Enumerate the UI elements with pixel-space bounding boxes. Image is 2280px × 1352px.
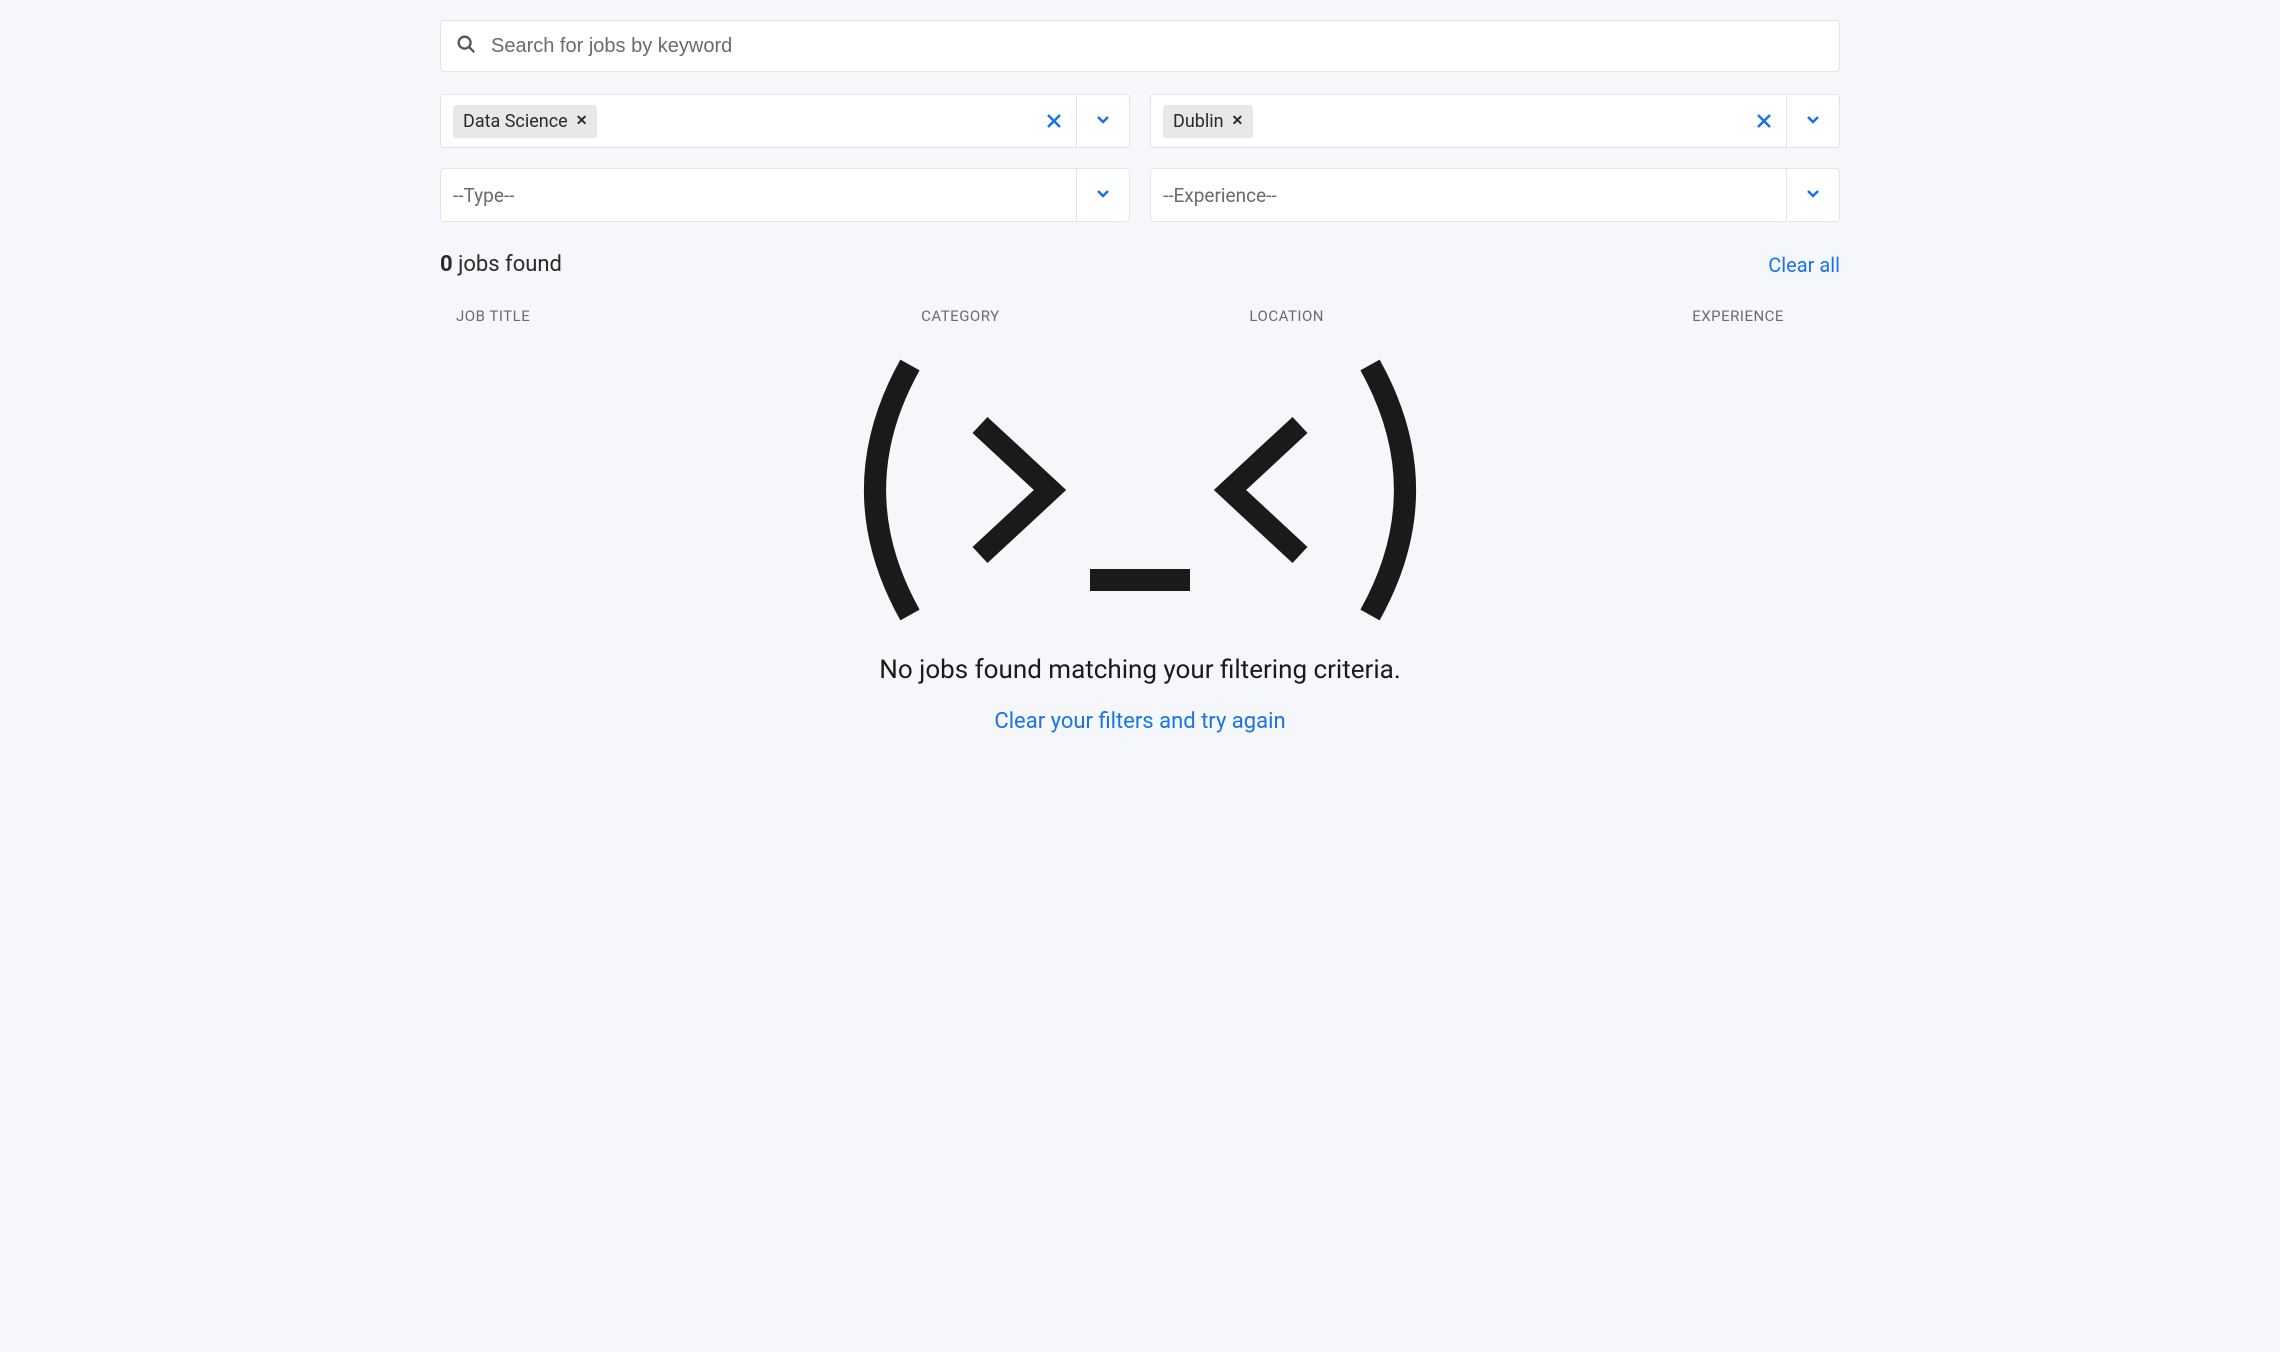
search-bar[interactable]	[440, 20, 1840, 72]
category-filter[interactable]: Data Science ✕	[440, 94, 1130, 148]
sad-face-icon	[830, 345, 1450, 635]
type-placeholder: --Type--	[453, 184, 514, 207]
chevron-down-icon	[1095, 111, 1111, 131]
results-count: 0 jobs found	[440, 252, 562, 277]
experience-filter[interactable]: --Experience--	[1150, 168, 1840, 222]
chevron-down-icon	[1805, 185, 1821, 205]
category-tag-label: Data Science	[463, 111, 568, 132]
location-dropdown-button[interactable]	[1786, 95, 1839, 147]
chevron-down-icon	[1095, 185, 1111, 205]
clear-all-link[interactable]: Clear all	[1768, 253, 1840, 277]
table-header: JOB TITLE CATEGORY LOCATION EXPERIENCE	[440, 307, 1840, 325]
column-category: CATEGORY	[921, 307, 1249, 325]
type-dropdown-button[interactable]	[1076, 169, 1129, 221]
empty-message: No jobs found matching your filtering cr…	[440, 655, 1840, 685]
results-count-number: 0	[440, 252, 453, 277]
empty-state: No jobs found matching your filtering cr…	[440, 335, 1840, 774]
experience-placeholder: --Experience--	[1163, 184, 1277, 207]
search-input[interactable]	[491, 35, 1825, 58]
location-filter[interactable]: Dublin ✕	[1150, 94, 1840, 148]
search-icon	[455, 33, 491, 59]
location-tag-label: Dublin	[1173, 111, 1224, 132]
chevron-down-icon	[1805, 111, 1821, 131]
location-clear-button[interactable]	[1742, 95, 1786, 147]
close-icon[interactable]: ✕	[576, 113, 588, 129]
results-count-label: jobs found	[453, 252, 562, 277]
category-tag[interactable]: Data Science ✕	[453, 105, 597, 138]
close-icon[interactable]: ✕	[1232, 113, 1244, 129]
category-clear-button[interactable]	[1032, 95, 1076, 147]
experience-dropdown-button[interactable]	[1786, 169, 1839, 221]
location-tag[interactable]: Dublin ✕	[1163, 105, 1253, 138]
column-experience: EXPERIENCE	[1550, 307, 1824, 325]
column-job-title: JOB TITLE	[456, 307, 921, 325]
category-dropdown-button[interactable]	[1076, 95, 1129, 147]
clear-filters-link[interactable]: Clear your filters and try again	[440, 709, 1840, 734]
column-location: LOCATION	[1249, 307, 1550, 325]
type-filter[interactable]: --Type--	[440, 168, 1130, 222]
